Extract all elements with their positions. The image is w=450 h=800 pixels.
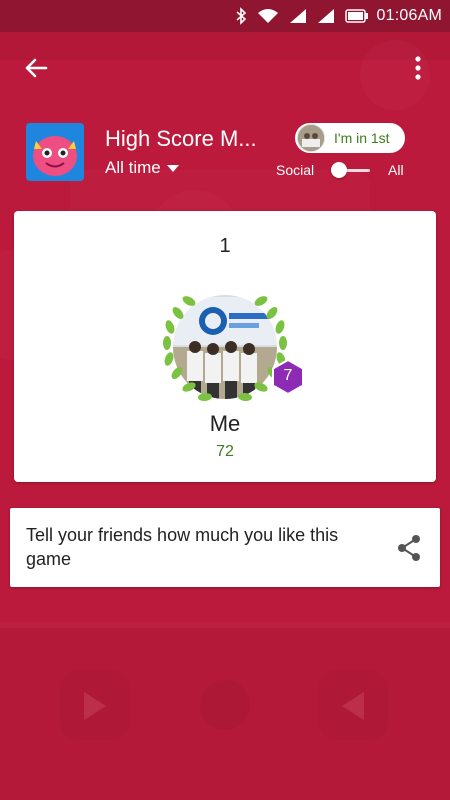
laurel-avatar: [163, 295, 287, 402]
player-avatar: 7: [155, 277, 304, 417]
share-icon[interactable]: [396, 534, 422, 562]
share-card[interactable]: Tell your friends how much you like this…: [10, 508, 440, 587]
wifi-icon: [257, 9, 278, 23]
monster-icon: [26, 123, 84, 181]
game-title: High Score M...: [105, 126, 257, 151]
toggle-social-label: Social: [276, 162, 315, 178]
avatar-photo: [173, 295, 277, 399]
time-filter-dropdown[interactable]: All time: [105, 158, 179, 178]
battery-icon: [344, 9, 368, 23]
social-all-toggle[interactable]: Social All: [276, 160, 426, 182]
rank-chip[interactable]: I'm in 1st: [295, 123, 405, 153]
toggle-knob[interactable]: [331, 162, 347, 178]
status-time: 01:06AM: [376, 7, 442, 24]
level-badge-value: 7: [283, 367, 293, 384]
player-rank: 1: [219, 235, 231, 257]
dropdown-icon: [166, 164, 179, 172]
status-icons: [235, 7, 369, 25]
back-button[interactable]: [18, 50, 54, 86]
app-bar: [0, 32, 450, 102]
share-text: Tell your friends how much you like this…: [26, 525, 339, 569]
time-filter-label: All time: [105, 158, 161, 177]
game-icon: [26, 123, 84, 181]
more-options-button[interactable]: [400, 50, 436, 86]
player-avatar-small: [297, 124, 325, 152]
rank-chip-label: I'm in 1st: [334, 130, 390, 146]
signal-icon-2: [317, 9, 334, 23]
leaderboard-header: High Score M... All time I'm in 1st Soci…: [0, 118, 450, 188]
player-score: 72: [216, 443, 234, 460]
toggle-all-label: All: [388, 162, 404, 178]
signal-icon: [289, 9, 306, 23]
status-bar: 01:06AM: [0, 0, 450, 32]
bluetooth-icon: [236, 7, 246, 25]
player-name: Me: [209, 411, 241, 436]
back-arrow-icon: [25, 58, 48, 78]
player-card: 1 7 Me 72: [14, 211, 436, 482]
more-vert-icon: [415, 56, 421, 80]
